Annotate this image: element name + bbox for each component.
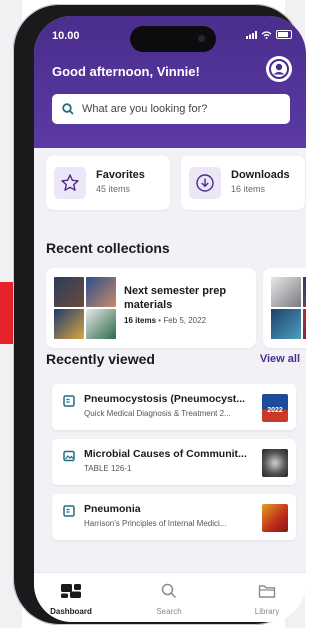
recently-viewed-title: Recently viewed <box>46 351 155 367</box>
recent-item[interactable]: Pneumocystosis (Pneumocyst... Quick Medi… <box>52 384 296 430</box>
star-icon <box>54 167 86 199</box>
image-thumbnail <box>262 449 288 477</box>
collection-thumbnail <box>54 277 116 339</box>
downloads-title: Downloads <box>231 169 290 181</box>
search-icon <box>161 583 177 599</box>
recent-item[interactable]: Pneumonia Harrison's Principles of Inter… <box>52 494 296 540</box>
bottom-tab-bar: Dashboard Search Library <box>34 572 306 622</box>
search-bar[interactable] <box>52 94 290 124</box>
downloads-card[interactable]: Downloads 16 items <box>181 156 305 210</box>
book-cover <box>262 504 288 532</box>
folder-icon <box>258 585 276 598</box>
recent-item-subtitle: Quick Medical Diagnosis & Treatment 2... <box>84 409 231 418</box>
collection-card[interactable]: Next semester prep materials 16 items • … <box>46 268 256 348</box>
recent-item-title: Pneumonia <box>84 503 141 515</box>
favorites-title: Favorites <box>96 169 145 181</box>
status-icons <box>246 30 292 39</box>
collection-title: Next semester prep materials <box>124 285 227 311</box>
dashboard-icon <box>61 584 81 598</box>
wifi-icon <box>261 30 272 39</box>
battery-icon <box>276 30 292 39</box>
collection-thumbnail <box>271 277 306 339</box>
tab-search[interactable]: Search <box>134 583 204 616</box>
collection-date: Feb 5, 2022 <box>163 316 207 325</box>
camera-dot <box>198 35 205 42</box>
tab-dashboard[interactable]: Dashboard <box>36 583 106 616</box>
view-all-link[interactable]: View all <box>260 353 300 365</box>
recent-item-subtitle: TABLE 126-1 <box>84 464 132 473</box>
greeting: Good afternoon, Vinnie! <box>52 64 200 79</box>
signal-icon <box>246 30 257 39</box>
search-icon <box>62 103 74 115</box>
profile-avatar[interactable] <box>266 56 292 82</box>
downloads-count: 16 items <box>231 184 266 194</box>
recent-collections-title: Recent collections <box>46 240 170 256</box>
recent-item-title: Microbial Causes of Communit... <box>84 448 247 460</box>
dynamic-island <box>130 26 216 52</box>
document-icon <box>63 505 75 517</box>
document-icon <box>63 395 75 407</box>
phone-frame: 10.00 Good afternoon, Vinnie! Favorites <box>13 4 306 625</box>
collection-card-partial[interactable] <box>263 268 306 348</box>
collection-count: 16 items <box>124 316 157 325</box>
favorites-card[interactable]: Favorites 45 items <box>46 156 170 210</box>
tab-library[interactable]: Library <box>232 583 302 616</box>
recent-item[interactable]: Microbial Causes of Communit... TABLE 12… <box>52 439 296 485</box>
tab-label: Library <box>254 607 280 616</box>
book-cover: 2022 <box>262 394 288 422</box>
search-input[interactable] <box>80 102 284 116</box>
red-accent-tab <box>0 282 13 344</box>
user-icon <box>269 59 289 79</box>
meta-separator: • <box>158 316 162 325</box>
download-icon <box>189 167 221 199</box>
header: 10.00 Good afternoon, Vinnie! <box>34 16 306 148</box>
recent-item-title: Pneumocystosis (Pneumocyst... <box>84 393 246 405</box>
recent-item-subtitle: Harrison's Principles of Internal Medici… <box>84 519 227 528</box>
favorites-count: 45 items <box>96 184 131 194</box>
status-time: 10.00 <box>52 30 80 42</box>
image-icon <box>63 450 75 462</box>
collection-meta: 16 items • Feb 5, 2022 <box>124 316 206 325</box>
tab-label: Search <box>156 607 182 616</box>
tab-label: Dashboard <box>50 607 92 616</box>
app-screen: 10.00 Good afternoon, Vinnie! Favorites <box>34 16 306 622</box>
